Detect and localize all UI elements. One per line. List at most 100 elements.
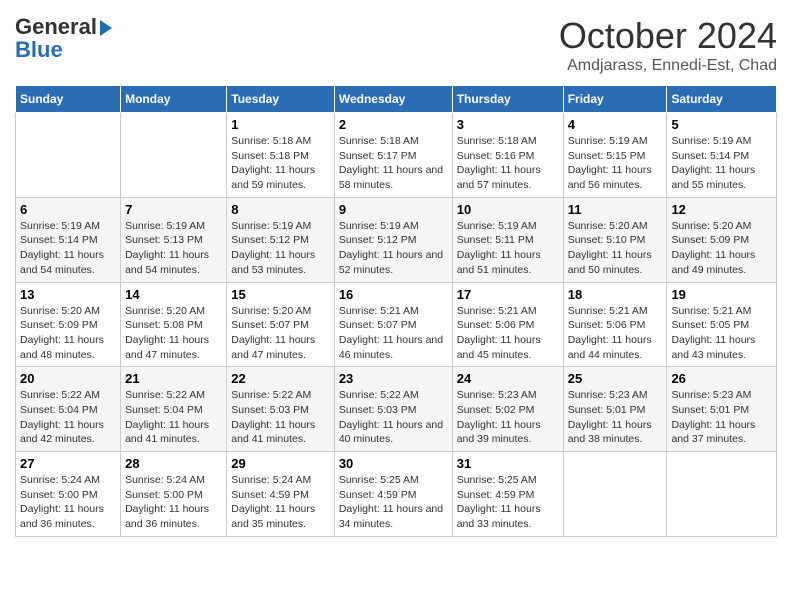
- calendar-cell: 20 Sunrise: 5:22 AM Sunset: 5:04 PM Dayli…: [16, 367, 121, 452]
- day-detail: Sunrise: 5:19 AM Sunset: 5:13 PM Dayligh…: [125, 219, 222, 278]
- day-detail: Sunrise: 5:24 AM Sunset: 5:00 PM Dayligh…: [125, 473, 222, 532]
- calendar-cell: 26 Sunrise: 5:23 AM Sunset: 5:01 PM Dayli…: [667, 367, 777, 452]
- day-detail: Sunrise: 5:19 AM Sunset: 5:11 PM Dayligh…: [457, 219, 559, 278]
- day-number: 3: [457, 117, 559, 132]
- calendar-cell: 6Sunrise: 5:19 AM Sunset: 5:14 PM Daylig…: [16, 197, 121, 282]
- calendar-cell: 30Sunrise: 5:25 AM Sunset: 4:59 PM Dayli…: [334, 452, 452, 537]
- day-number: 17: [457, 287, 559, 302]
- day-number: 25: [568, 371, 663, 386]
- column-header-saturday: Saturday: [667, 86, 777, 113]
- calendar-cell: [563, 452, 667, 537]
- calendar-table: SundayMondayTuesdayWednesdayThursdayFrid…: [15, 85, 777, 537]
- day-number: 13: [20, 287, 116, 302]
- calendar-cell: 3 Sunrise: 5:18 AM Sunset: 5:16 PM Daylig…: [452, 113, 563, 198]
- day-number: 28: [125, 456, 222, 471]
- day-number: 27: [20, 456, 116, 471]
- logo-blue: Blue: [15, 37, 112, 63]
- day-detail: Sunrise: 5:23 AM Sunset: 5:01 PM Dayligh…: [671, 388, 772, 447]
- day-detail: Sunrise: 5:20 AM Sunset: 5:10 PM Dayligh…: [568, 219, 663, 278]
- calendar-subtitle: Amdjarass, Ennedi-Est, Chad: [559, 57, 777, 75]
- day-detail: Sunrise: 5:19 AM Sunset: 5:12 PM Dayligh…: [231, 219, 330, 278]
- day-number: 5: [671, 117, 772, 132]
- day-number: 22: [231, 371, 330, 386]
- day-detail: Sunrise: 5:19 AM Sunset: 5:14 PM Dayligh…: [671, 134, 772, 193]
- day-number: 2: [339, 117, 448, 132]
- column-header-tuesday: Tuesday: [227, 86, 335, 113]
- day-detail: Sunrise: 5:19 AM Sunset: 5:15 PM Dayligh…: [568, 134, 663, 193]
- day-number: 19: [671, 287, 772, 302]
- day-number: 29: [231, 456, 330, 471]
- calendar-cell: 2 Sunrise: 5:18 AM Sunset: 5:17 PM Daylig…: [334, 113, 452, 198]
- calendar-cell: 19 Sunrise: 5:21 AM Sunset: 5:05 PM Dayli…: [667, 282, 777, 367]
- day-number: 18: [568, 287, 663, 302]
- day-detail: Sunrise: 5:25 AM Sunset: 4:59 PM Dayligh…: [457, 473, 559, 532]
- title-block: October 2024 Amdjarass, Ennedi-Est, Chad: [559, 15, 777, 75]
- day-number: 11: [568, 202, 663, 217]
- calendar-week-row: 20 Sunrise: 5:22 AM Sunset: 5:04 PM Dayli…: [16, 367, 777, 452]
- day-detail: Sunrise: 5:21 AM Sunset: 5:06 PM Dayligh…: [568, 304, 663, 363]
- calendar-cell: [667, 452, 777, 537]
- calendar-cell: 10 Sunrise: 5:19 AM Sunset: 5:11 PM Dayli…: [452, 197, 563, 282]
- day-detail: Sunrise: 5:20 AM Sunset: 5:09 PM Dayligh…: [671, 219, 772, 278]
- day-detail: Sunrise: 5:24 AM Sunset: 4:59 PM Dayligh…: [231, 473, 330, 532]
- day-number: 26: [671, 371, 772, 386]
- day-detail: Sunrise: 5:22 AM Sunset: 5:04 PM Dayligh…: [20, 388, 116, 447]
- calendar-title: October 2024: [559, 15, 777, 57]
- calendar-cell: 5 Sunrise: 5:19 AM Sunset: 5:14 PM Daylig…: [667, 113, 777, 198]
- day-detail: Sunrise: 5:24 AM Sunset: 5:00 PM Dayligh…: [20, 473, 116, 532]
- day-detail: Sunrise: 5:20 AM Sunset: 5:07 PM Dayligh…: [231, 304, 330, 363]
- day-detail: Sunrise: 5:22 AM Sunset: 5:04 PM Dayligh…: [125, 388, 222, 447]
- day-detail: Sunrise: 5:20 AM Sunset: 5:08 PM Dayligh…: [125, 304, 222, 363]
- page-header: General Blue October 2024 Amdjarass, Enn…: [15, 15, 777, 75]
- day-detail: Sunrise: 5:19 AM Sunset: 5:14 PM Dayligh…: [20, 219, 116, 278]
- day-number: 1: [231, 117, 330, 132]
- calendar-cell: 12 Sunrise: 5:20 AM Sunset: 5:09 PM Dayli…: [667, 197, 777, 282]
- logo: General Blue: [15, 15, 112, 63]
- calendar-week-row: 6Sunrise: 5:19 AM Sunset: 5:14 PM Daylig…: [16, 197, 777, 282]
- day-detail: Sunrise: 5:23 AM Sunset: 5:01 PM Dayligh…: [568, 388, 663, 447]
- day-detail: Sunrise: 5:25 AM Sunset: 4:59 PM Dayligh…: [339, 473, 448, 532]
- day-detail: Sunrise: 5:21 AM Sunset: 5:07 PM Dayligh…: [339, 304, 448, 363]
- calendar-week-row: 27 Sunrise: 5:24 AM Sunset: 5:00 PM Dayli…: [16, 452, 777, 537]
- calendar-cell: 8 Sunrise: 5:19 AM Sunset: 5:12 PM Daylig…: [227, 197, 335, 282]
- calendar-cell: 27 Sunrise: 5:24 AM Sunset: 5:00 PM Dayli…: [16, 452, 121, 537]
- day-detail: Sunrise: 5:21 AM Sunset: 5:06 PM Dayligh…: [457, 304, 559, 363]
- calendar-cell: 21 Sunrise: 5:22 AM Sunset: 5:04 PM Dayli…: [121, 367, 227, 452]
- calendar-week-row: 13 Sunrise: 5:20 AM Sunset: 5:09 PM Dayli…: [16, 282, 777, 367]
- day-number: 21: [125, 371, 222, 386]
- calendar-cell: 1Sunrise: 5:18 AM Sunset: 5:18 PM Daylig…: [227, 113, 335, 198]
- calendar-cell: 11 Sunrise: 5:20 AM Sunset: 5:10 PM Dayli…: [563, 197, 667, 282]
- day-detail: Sunrise: 5:22 AM Sunset: 5:03 PM Dayligh…: [231, 388, 330, 447]
- day-detail: Sunrise: 5:21 AM Sunset: 5:05 PM Dayligh…: [671, 304, 772, 363]
- day-number: 14: [125, 287, 222, 302]
- day-number: 24: [457, 371, 559, 386]
- day-detail: Sunrise: 5:18 AM Sunset: 5:17 PM Dayligh…: [339, 134, 448, 193]
- day-detail: Sunrise: 5:23 AM Sunset: 5:02 PM Dayligh…: [457, 388, 559, 447]
- calendar-cell: 13 Sunrise: 5:20 AM Sunset: 5:09 PM Dayli…: [16, 282, 121, 367]
- day-number: 15: [231, 287, 330, 302]
- calendar-cell: 17 Sunrise: 5:21 AM Sunset: 5:06 PM Dayli…: [452, 282, 563, 367]
- calendar-cell: 14 Sunrise: 5:20 AM Sunset: 5:08 PM Dayli…: [121, 282, 227, 367]
- calendar-cell: 25 Sunrise: 5:23 AM Sunset: 5:01 PM Dayli…: [563, 367, 667, 452]
- day-detail: Sunrise: 5:20 AM Sunset: 5:09 PM Dayligh…: [20, 304, 116, 363]
- day-detail: Sunrise: 5:18 AM Sunset: 5:16 PM Dayligh…: [457, 134, 559, 193]
- logo-text: General: [15, 15, 112, 39]
- calendar-cell: 23Sunrise: 5:22 AM Sunset: 5:03 PM Dayli…: [334, 367, 452, 452]
- day-number: 8: [231, 202, 330, 217]
- calendar-cell: 4Sunrise: 5:19 AM Sunset: 5:15 PM Daylig…: [563, 113, 667, 198]
- day-detail: Sunrise: 5:22 AM Sunset: 5:03 PM Dayligh…: [339, 388, 448, 447]
- day-number: 16: [339, 287, 448, 302]
- day-number: 20: [20, 371, 116, 386]
- calendar-week-row: 1Sunrise: 5:18 AM Sunset: 5:18 PM Daylig…: [16, 113, 777, 198]
- column-header-wednesday: Wednesday: [334, 86, 452, 113]
- calendar-cell: 18 Sunrise: 5:21 AM Sunset: 5:06 PM Dayli…: [563, 282, 667, 367]
- day-number: 7: [125, 202, 222, 217]
- calendar-cell: 31 Sunrise: 5:25 AM Sunset: 4:59 PM Dayli…: [452, 452, 563, 537]
- day-number: 10: [457, 202, 559, 217]
- day-number: 31: [457, 456, 559, 471]
- calendar-cell: 24 Sunrise: 5:23 AM Sunset: 5:02 PM Dayli…: [452, 367, 563, 452]
- day-number: 12: [671, 202, 772, 217]
- day-number: 9: [339, 202, 448, 217]
- calendar-header-row: SundayMondayTuesdayWednesdayThursdayFrid…: [16, 86, 777, 113]
- column-header-sunday: Sunday: [16, 86, 121, 113]
